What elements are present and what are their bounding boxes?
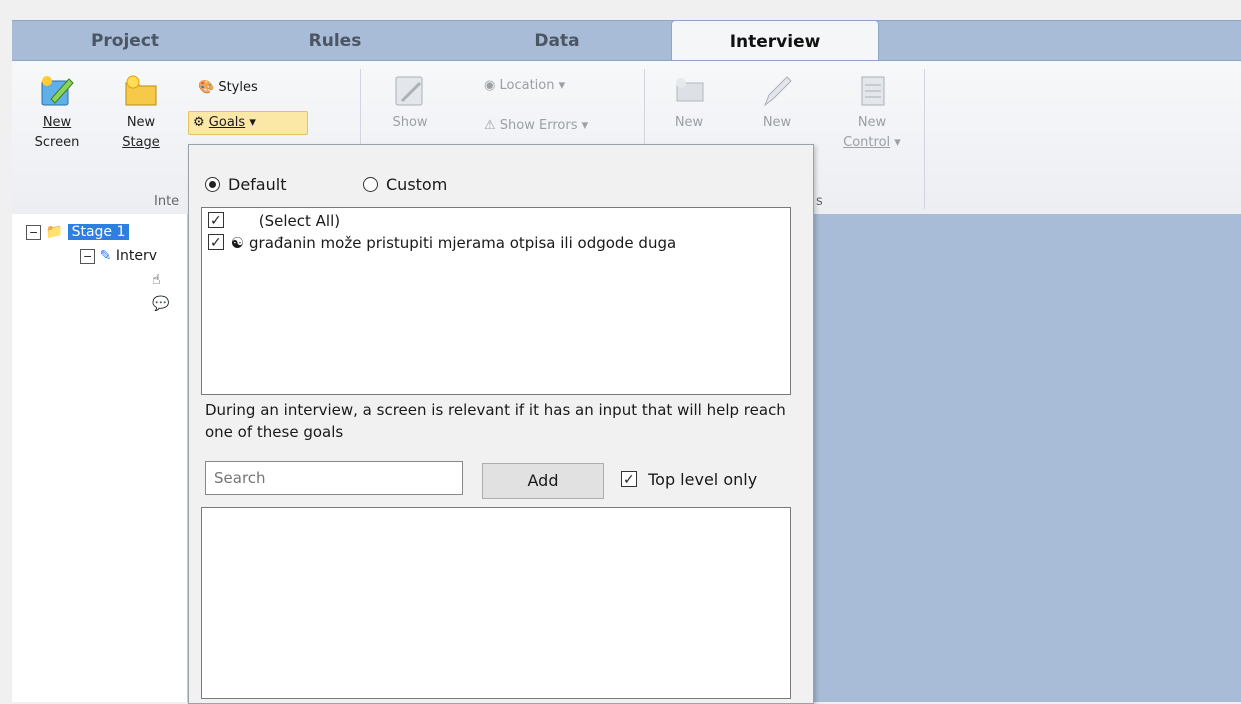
- radio-custom-indicator: [363, 177, 378, 192]
- screen-icon: ✎: [99, 248, 112, 264]
- goals-button[interactable]: ⚙ Goals ▾: [188, 111, 308, 135]
- container-icon: [676, 78, 704, 102]
- tab-rules[interactable]: Rules: [270, 20, 400, 60]
- new-label-label: New: [762, 115, 792, 130]
- new-control-label2: Control: [843, 135, 891, 150]
- radio-custom[interactable]: Custom: [363, 175, 447, 194]
- top-level-only[interactable]: Top level only: [621, 469, 757, 491]
- collapse-icon[interactable]: −: [26, 225, 42, 240]
- control-icon: [861, 76, 885, 106]
- radio-default-indicator: [205, 177, 220, 192]
- tab-interview[interactable]: Interview: [671, 20, 879, 63]
- goals-description: During an interview, a screen is relevan…: [205, 401, 786, 441]
- radio-custom-label: Custom: [386, 175, 448, 194]
- gears-icon: ⚙: [193, 115, 205, 130]
- radio-default-label: Default: [228, 175, 287, 194]
- goal-yin-yang-icon: ☯: [230, 234, 245, 252]
- tree-label-interview: Interv: [115, 248, 158, 264]
- select-all-checkbox[interactable]: [208, 210, 224, 232]
- interview-tree: − 📁 Stage 1 − ✎ Interv ☝ 💬: [12, 214, 188, 702]
- tree-item-stage[interactable]: − 📁 Stage 1: [26, 222, 130, 242]
- tab-project[interactable]: Project: [60, 20, 190, 60]
- folder-icon: 📁: [45, 224, 64, 240]
- new-screen-label1: New: [42, 115, 72, 130]
- goal-checkbox[interactable]: [208, 232, 224, 254]
- pen-icon: [763, 76, 792, 107]
- goals-dropdown: Default Custom (Select All) ☯ građanin m…: [188, 144, 814, 704]
- location-icon: ◉: [484, 78, 496, 93]
- show-label: Show: [392, 115, 428, 130]
- goals-list: (Select All) ☯ građanin može pristupiti …: [201, 207, 791, 395]
- dropdown-arrow-icon: ▾: [249, 115, 256, 130]
- show-icon: [395, 76, 423, 106]
- ribbon-separator-3: [924, 69, 925, 209]
- select-all-item[interactable]: (Select All): [208, 210, 340, 232]
- search-results-list: [201, 507, 791, 699]
- show-errors-button[interactable]: ⚠ Show Errors ▾: [480, 115, 592, 137]
- new-screen-icon: [41, 76, 74, 106]
- tree-item-interview[interactable]: − ✎ Interv: [80, 246, 157, 266]
- group-label-controls: s: [816, 194, 823, 209]
- new-stage-label1: New: [126, 115, 156, 130]
- show-errors-label: Show Errors: [499, 118, 578, 133]
- styles-label: Styles: [218, 80, 258, 95]
- hand-icon: ☝: [152, 272, 161, 288]
- search-input[interactable]: [205, 461, 463, 495]
- new-screen-button[interactable]: New Screen: [32, 73, 82, 153]
- new-label-button[interactable]: New: [752, 73, 802, 133]
- select-all-label: (Select All): [258, 212, 341, 230]
- new-screen-label2: Screen: [34, 135, 80, 150]
- palette-icon: 🎨: [198, 80, 215, 95]
- new-container-button[interactable]: New: [664, 73, 714, 133]
- tab-data[interactable]: Data: [492, 20, 622, 60]
- new-container-label: New: [674, 115, 704, 130]
- group-label-interview: Inte: [154, 194, 180, 209]
- collapse-icon[interactable]: −: [80, 249, 96, 264]
- warning-icon: ⚠: [484, 118, 496, 133]
- new-control-label1: New: [857, 115, 887, 130]
- top-level-label: Top level only: [648, 470, 758, 489]
- new-stage-button[interactable]: New Stage: [116, 73, 166, 153]
- tree-item-child-2[interactable]: 💬: [152, 294, 169, 314]
- radio-default[interactable]: Default: [205, 175, 286, 194]
- top-level-checkbox[interactable]: [621, 469, 637, 491]
- speech-icon: 💬: [152, 296, 170, 312]
- tree-label-stage: Stage 1: [67, 224, 130, 240]
- location-label: Location: [499, 78, 555, 93]
- location-arrow-icon: ▾: [558, 78, 566, 93]
- show-errors-arrow-icon: ▾: [581, 118, 589, 133]
- show-button[interactable]: Show: [380, 73, 440, 133]
- new-control-arrow-icon: ▾: [894, 135, 901, 150]
- goal-item[interactable]: ☯ građanin može pristupiti mjerama otpis…: [208, 232, 676, 254]
- location-button[interactable]: ◉ Location ▾: [480, 75, 569, 97]
- goal-label: građanin može pristupiti mjerama otpisa …: [249, 234, 677, 252]
- tab-bar: [12, 20, 1241, 61]
- new-control-button[interactable]: New Control ▾: [840, 73, 904, 153]
- styles-button[interactable]: 🎨 Styles: [194, 77, 262, 99]
- new-stage-label2: Stage: [122, 135, 160, 150]
- tree-item-child-1[interactable]: ☝: [152, 270, 161, 290]
- add-button[interactable]: Add: [482, 463, 604, 499]
- goals-label: Goals: [208, 115, 246, 130]
- folder-icon: [125, 75, 157, 106]
